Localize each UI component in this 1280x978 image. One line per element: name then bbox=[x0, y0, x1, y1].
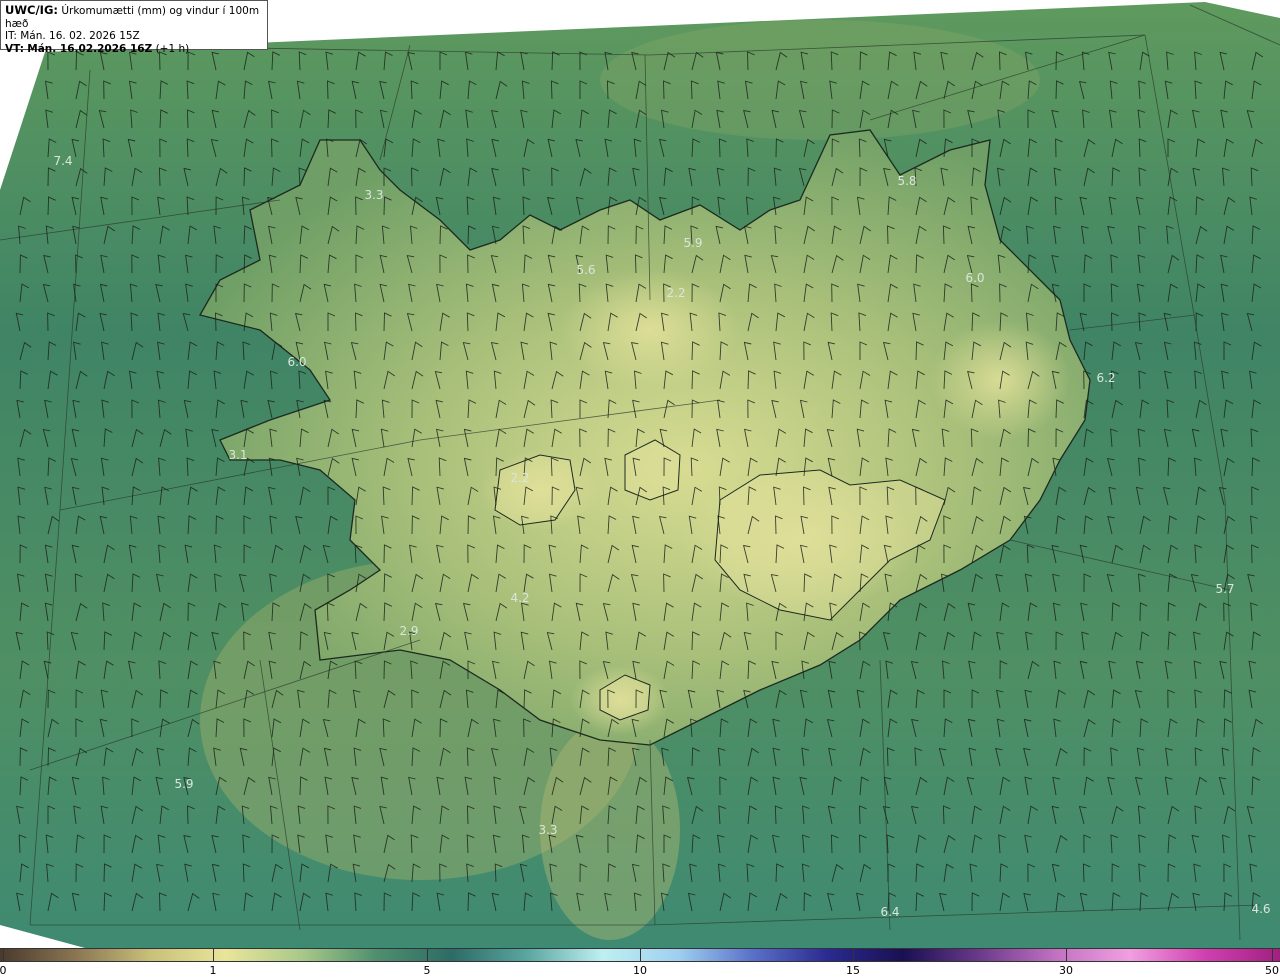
colorbar-tick-label: 0 bbox=[0, 964, 7, 977]
valid-time: Mán. 16.02.2026 16Z bbox=[27, 42, 153, 55]
colorbar-tick bbox=[853, 948, 854, 962]
valid-offset: (+1 h) bbox=[155, 42, 190, 55]
map-value-label: 3.1 bbox=[228, 448, 248, 462]
map-value-label: 5.9 bbox=[683, 236, 703, 250]
map-value-label: 7.4 bbox=[53, 154, 73, 168]
map-value-label: 5.9 bbox=[174, 777, 194, 791]
colorbar-tick bbox=[1272, 948, 1273, 962]
map-value-label: 6.0 bbox=[965, 271, 985, 285]
colorbar-tick-label: 10 bbox=[633, 964, 647, 977]
map-value-label: 6.0 bbox=[287, 355, 307, 369]
model-label: UWC/IG: bbox=[5, 3, 58, 17]
colorbar-tick-label: 30 bbox=[1059, 964, 1073, 977]
map-value-label: 3.3 bbox=[538, 823, 558, 837]
valid-label: VT: bbox=[5, 42, 24, 55]
colorbar-tick-label: 15 bbox=[846, 964, 860, 977]
map-value-label: 4.2 bbox=[510, 591, 530, 605]
map-value-label: 2.9 bbox=[399, 624, 419, 638]
map-value-label: 6.2 bbox=[1096, 371, 1116, 385]
header-line-1: UWC/IG: Úrkomumætti (mm) og vindur í 100… bbox=[5, 4, 263, 30]
colorbar-tick-label: 1 bbox=[209, 964, 217, 977]
map-value-label: 5.8 bbox=[897, 174, 917, 188]
colorbar-tick-label: 5 bbox=[423, 964, 431, 977]
precipitation-wind-map bbox=[0, 0, 1280, 948]
colorbar-tick bbox=[3, 948, 4, 962]
colorbar-tick bbox=[640, 948, 641, 962]
map-info-box: UWC/IG: Úrkomumætti (mm) og vindur í 100… bbox=[0, 0, 268, 55]
header-line-3: VT: Mán. 16.02.2026 16Z (+1 h) bbox=[5, 43, 263, 56]
colorbar-tick bbox=[213, 948, 214, 962]
map-value-label: 4.6 bbox=[1251, 902, 1271, 916]
map-value-label: 2.2 bbox=[666, 286, 686, 300]
map-value-label: 3.3 bbox=[364, 188, 384, 202]
issue-time: IT: Mán. 16. 02. 2026 15Z bbox=[5, 30, 140, 42]
colorbar-tick bbox=[427, 948, 428, 962]
map-value-label: 5.6 bbox=[576, 263, 596, 277]
map-value-label: 2.2 bbox=[510, 471, 530, 485]
colorbar-tick bbox=[1066, 948, 1067, 962]
map-value-label: 6.4 bbox=[880, 905, 900, 919]
map-value-label: 5.7 bbox=[1215, 582, 1235, 596]
colorbar-tick-label: 50 bbox=[1265, 964, 1279, 977]
